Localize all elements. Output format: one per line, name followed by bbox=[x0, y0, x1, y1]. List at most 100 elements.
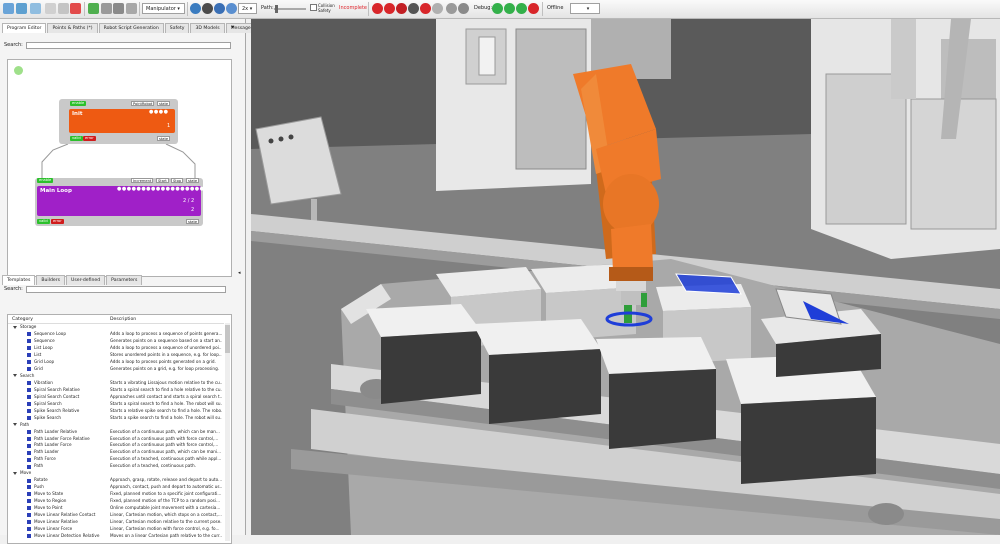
template-row[interactable]: Spike Search Starts a spike search to fin… bbox=[8, 415, 224, 421]
mode-dropdown[interactable]: Manipulator ▾ bbox=[142, 3, 185, 14]
debug-stop-icon[interactable] bbox=[528, 3, 539, 14]
trash-icon[interactable] bbox=[113, 3, 124, 14]
debug-play-icon[interactable] bbox=[492, 3, 503, 14]
tab-builders[interactable]: Builders bbox=[36, 275, 65, 285]
template-row[interactable]: Spike Search Relative Starts a relative s… bbox=[8, 408, 224, 414]
template-row[interactable]: Path Execution of a teached, continuous p… bbox=[8, 463, 224, 469]
template-row[interactable]: Push Approach, contact, push and depart t… bbox=[8, 484, 224, 490]
tab-program-editor[interactable]: Program Editor bbox=[2, 23, 47, 33]
template-row[interactable]: Path Force Execution of a teached, contin… bbox=[8, 456, 224, 462]
battery-box[interactable] bbox=[596, 337, 716, 449]
init-node[interactable]: enable PointRobot state Init ●●●● 1 vali… bbox=[59, 99, 178, 144]
record-step-icon[interactable] bbox=[384, 3, 395, 14]
template-row[interactable]: Move Linear Detection Relative Moves on a… bbox=[8, 533, 224, 539]
expand-icon[interactable] bbox=[13, 325, 17, 329]
template-row[interactable]: Move Linear Relative Linear, Cartesian mo… bbox=[8, 519, 224, 525]
record-point-icon[interactable] bbox=[420, 3, 431, 14]
connect-icon[interactable] bbox=[3, 3, 14, 14]
tab-robot-script-generation[interactable]: Robot Script Generation bbox=[98, 23, 164, 33]
template-row[interactable]: Move to Point Online computable joint mov… bbox=[8, 505, 224, 511]
target-icon[interactable] bbox=[226, 3, 237, 14]
main-loop-body[interactable]: Main Loop ●●●●●●●●●●●●●●●●●● 2 / 2 2 bbox=[37, 186, 204, 216]
program-graph-canvas[interactable]: enable PointRobot state Init ●●●● 1 vali… bbox=[7, 59, 232, 277]
template-row[interactable]: Vibration Starts a vibrating Lissajous mo… bbox=[8, 380, 224, 386]
template-row[interactable]: Path Loader Execution of a continuous pat… bbox=[8, 449, 224, 455]
tab-3d-models[interactable]: 3D Models bbox=[190, 23, 225, 33]
expand-icon[interactable] bbox=[13, 471, 17, 475]
main-start-port[interactable]: Start bbox=[156, 178, 169, 183]
init-error-port[interactable]: error bbox=[83, 136, 96, 141]
main-state-out-port[interactable]: state bbox=[186, 219, 200, 224]
template-row[interactable]: Path Loader Relative Execution of a conti… bbox=[8, 429, 224, 435]
template-row[interactable]: Sequence Loop Adds a loop to process a se… bbox=[8, 331, 224, 337]
expand-icon[interactable] bbox=[13, 374, 17, 378]
init-pointrobot-port[interactable]: PointRobot bbox=[131, 101, 155, 106]
init-body[interactable]: Init ●●●● 1 bbox=[69, 109, 175, 133]
record-path-icon[interactable] bbox=[396, 3, 407, 14]
template-row[interactable]: List Stores unordered points in a sequenc… bbox=[8, 352, 224, 358]
debug-step-icon[interactable] bbox=[504, 3, 515, 14]
init-enable-port[interactable]: enable bbox=[70, 101, 87, 106]
grid-icon[interactable] bbox=[446, 3, 457, 14]
battery-box[interactable] bbox=[366, 304, 481, 404]
templates-scrollbar-thumb[interactable] bbox=[225, 325, 230, 353]
template-row[interactable]: Spiral Search Starts a spiral search to f… bbox=[8, 401, 224, 407]
target-marker[interactable] bbox=[675, 273, 742, 295]
category-row[interactable]: Path bbox=[8, 422, 224, 428]
main-enable-port[interactable]: enable bbox=[37, 178, 54, 183]
stop-icon[interactable] bbox=[408, 3, 419, 14]
category-row[interactable]: Search bbox=[8, 373, 224, 379]
view-icon[interactable] bbox=[190, 3, 201, 14]
template-row[interactable]: Rotate Approach, grasp, rotate, release a… bbox=[8, 477, 224, 483]
template-row[interactable]: Move to Region Fixed, planned motion of t… bbox=[8, 498, 224, 504]
template-row[interactable]: Path Loader Force Execution of a continuo… bbox=[8, 442, 224, 448]
template-row[interactable]: Grid Generates points on a grid, e.g. for… bbox=[8, 366, 224, 372]
plus-icon[interactable] bbox=[58, 3, 69, 14]
network-icon[interactable] bbox=[30, 3, 41, 14]
tab-scroll-right-icon[interactable]: ▸ bbox=[232, 24, 235, 30]
init-valid-port[interactable]: valid bbox=[70, 136, 83, 141]
category-row[interactable]: Storage bbox=[8, 324, 224, 330]
template-row[interactable]: Move Linear Relative Contact Linear, Cart… bbox=[8, 512, 224, 518]
template-row[interactable]: List Loop Adds a loop to process a sequen… bbox=[8, 345, 224, 351]
globe-icon[interactable] bbox=[458, 3, 469, 14]
expand-icon[interactable] bbox=[13, 423, 17, 427]
collapse-panel-icon[interactable]: ◂ bbox=[238, 270, 241, 276]
template-row[interactable]: Sequence Generates points on a sequence b… bbox=[8, 338, 224, 344]
main-state-port[interactable]: state bbox=[186, 178, 200, 183]
template-row[interactable]: Grid Loop Adds a loop to process points g… bbox=[8, 359, 224, 365]
template-row[interactable]: Move Linear Force Linear, Cartesian motio… bbox=[8, 526, 224, 532]
speed-dropdown[interactable]: 2x ▾ bbox=[238, 3, 257, 14]
wifi-icon[interactable] bbox=[16, 3, 27, 14]
main-error-port[interactable]: error bbox=[51, 219, 64, 224]
pin-icon[interactable] bbox=[45, 3, 56, 14]
tab-safety[interactable]: Safety bbox=[164, 23, 190, 33]
main-loop-node[interactable]: enable Increment Start Stop state Main L… bbox=[35, 178, 204, 226]
robot-cell-scene[interactable] bbox=[251, 19, 1000, 535]
tab-templates[interactable]: Templates bbox=[2, 275, 36, 285]
main-valid-port[interactable]: valid bbox=[37, 219, 50, 224]
tab-points-paths[interactable]: Points & Paths (*) bbox=[47, 23, 98, 33]
editor-search-input[interactable] bbox=[25, 41, 231, 49]
collision-safety-checkbox[interactable] bbox=[310, 4, 317, 11]
templates-scrollbar[interactable] bbox=[225, 323, 230, 541]
col-category-header[interactable]: Category bbox=[12, 317, 33, 322]
record-icon[interactable] bbox=[372, 3, 383, 14]
undo-icon[interactable] bbox=[88, 3, 99, 14]
init-state-port[interactable]: state bbox=[157, 101, 171, 106]
init-state-out-port[interactable]: state bbox=[157, 136, 171, 141]
main-increment-port[interactable]: Increment bbox=[131, 178, 154, 183]
path-slider-handle[interactable] bbox=[275, 5, 278, 13]
tab-parameters[interactable]: Parameters bbox=[106, 275, 143, 285]
template-row[interactable]: Spiral Search Contact Approaches until co… bbox=[8, 394, 224, 400]
axis-icon[interactable] bbox=[214, 3, 225, 14]
zoom-icon[interactable] bbox=[126, 3, 137, 14]
template-row[interactable]: Path Loader Force Relative Execution of a… bbox=[8, 436, 224, 442]
template-search-input[interactable] bbox=[25, 285, 226, 293]
robot-select-dropdown[interactable]: ▾ bbox=[570, 3, 600, 14]
robot-icon[interactable] bbox=[202, 3, 213, 14]
path-slider[interactable] bbox=[274, 8, 306, 10]
main-stop-port[interactable]: Stop bbox=[171, 178, 184, 183]
settings-icon[interactable] bbox=[432, 3, 443, 14]
3d-viewport[interactable] bbox=[251, 19, 1000, 535]
